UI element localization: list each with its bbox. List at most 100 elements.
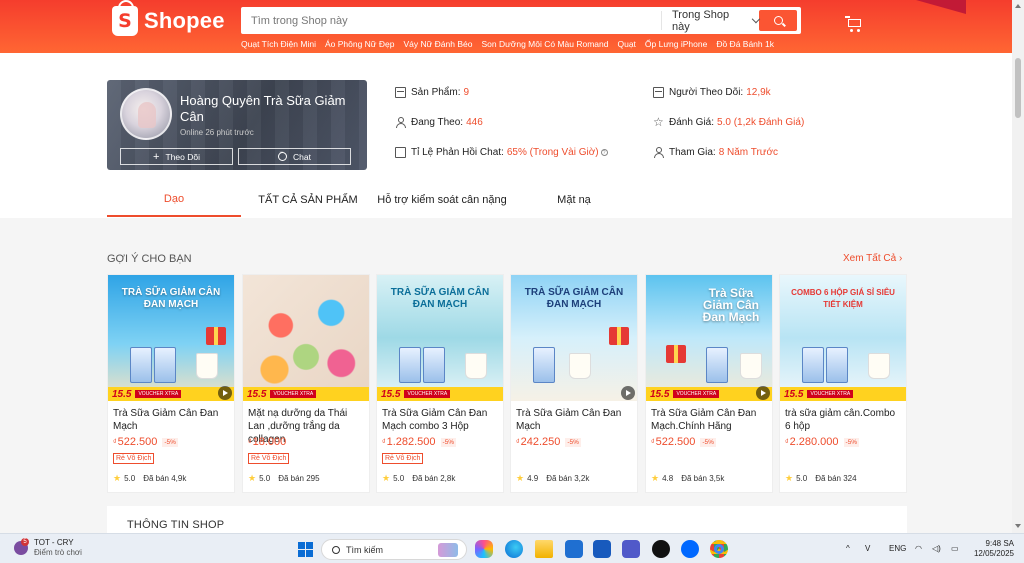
- edge-browser-icon[interactable]: [505, 540, 523, 558]
- suggestion-link[interactable]: Áo Phông Nữ Đẹp: [325, 39, 394, 49]
- scroll-up-arrow-icon[interactable]: [1015, 4, 1021, 8]
- tiktok-icon[interactable]: [652, 540, 670, 558]
- shopee-header: S Shopee Trong Shop này Quạt Tích Điện M…: [0, 0, 1024, 53]
- product-image: Trà Sữa Giảm Cân Đan Mạch 15.5 VOUCHER XT…: [646, 275, 772, 401]
- tab-dao[interactable]: Dạo: [107, 183, 241, 217]
- store-icon[interactable]: [565, 540, 583, 558]
- stat-value: 8 Năm Trước: [718, 147, 779, 158]
- product-price: ₫1.282.500: [382, 436, 436, 448]
- product-price: ₫522.500: [113, 436, 158, 448]
- shop-avatar[interactable]: [120, 88, 172, 140]
- windows-taskbar: 5 TOT - CRY Điểm trò chơi Tìm kiếm ^ V EN…: [0, 533, 1024, 563]
- chrome-icon[interactable]: [710, 540, 728, 558]
- battery-icon[interactable]: ▭: [951, 544, 959, 553]
- suggestion-link[interactable]: Đồ Đá Bánh 1k: [716, 39, 774, 49]
- chevron-up-icon[interactable]: ^: [846, 544, 850, 553]
- tab-face-mask[interactable]: Mặt nạ: [509, 183, 639, 217]
- shop-info-panel: THÔNG TIN SHOP: [107, 506, 907, 533]
- product-price: ₫2.280.000: [785, 436, 839, 448]
- product-card[interactable]: TRÀ SỮA GIẢM CÂN ĐAN MẠCH Trà Sữa Giảm C…: [510, 274, 638, 493]
- start-button-icon[interactable]: [298, 542, 313, 557]
- store-icon: [395, 87, 406, 98]
- clock[interactable]: 9:48 SA 12/05/2025: [968, 539, 1014, 559]
- product-card[interactable]: Trà Sữa Giảm Cân Đan Mạch 15.5 VOUCHER XT…: [645, 274, 773, 493]
- star-icon: ★: [248, 473, 257, 483]
- suggestion-link[interactable]: Váy Nữ Đánh Béo: [403, 39, 472, 49]
- stat-value: 65% (Trong Vài Giờ): [506, 147, 599, 158]
- see-all-link[interactable]: Xem Tất Cả ›: [843, 253, 902, 264]
- teams-icon[interactable]: [622, 540, 640, 558]
- discount-badge: -5%: [565, 437, 581, 447]
- discount-badge: -5%: [843, 437, 860, 447]
- stat-products: Sản Phẩm: 9: [395, 87, 469, 98]
- voucher-badge: 15.5 VOUCHER XTRA: [377, 387, 503, 401]
- stat-following: Đang Theo: 446: [395, 117, 483, 128]
- star-icon: ★: [382, 473, 391, 483]
- stat-label: Sản Phẩm:: [411, 87, 461, 98]
- search-scope-label: Trong Shop này: [672, 8, 730, 33]
- stat-response-rate: Tỉ Lệ Phản Hồi Chat: 65% (Trong Vài Giờ)…: [395, 147, 608, 158]
- product-card[interactable]: COMBO 6 HỘP GIÁ SỈ SIÊU TIẾT KIỆM 15.5 VO…: [779, 274, 907, 493]
- user-icon: [653, 147, 664, 158]
- stat-label: Tham Gia:: [669, 147, 716, 158]
- user-icon: [395, 117, 406, 128]
- brand-name: Shopee: [144, 8, 225, 33]
- widgets-button[interactable]: 5 TOT - CRY Điểm trò chơi: [14, 538, 82, 558]
- stat-value: 9: [463, 87, 470, 98]
- search-icon: [332, 545, 340, 554]
- zalo-icon[interactable]: [681, 540, 699, 558]
- voucher-badge: 15.5 VOUCHER XTRA: [646, 386, 772, 401]
- pen-icon[interactable]: V: [865, 544, 870, 553]
- cart-icon[interactable]: [845, 16, 863, 32]
- star-icon: ★: [651, 473, 660, 483]
- suggestion-link[interactable]: Ốp Lưng iPhone: [645, 39, 707, 49]
- suggestion-link[interactable]: Son Dưỡng Môi Có Màu Romand: [481, 39, 608, 49]
- star-icon: ★: [516, 473, 525, 483]
- discount-badge: -5%: [700, 437, 716, 447]
- tab-weight-control[interactable]: Hỗ trợ kiểm soát cân nặng: [375, 183, 509, 217]
- chat-label: Chat: [293, 151, 311, 162]
- shopee-logo[interactable]: S Shopee: [112, 0, 225, 36]
- star-icon: ★: [785, 473, 794, 483]
- help-icon[interactable]: ?: [600, 149, 608, 156]
- file-explorer-icon[interactable]: [535, 540, 553, 558]
- stat-followers: Người Theo Dõi: 12,9k: [653, 87, 771, 98]
- copilot-icon[interactable]: [475, 540, 493, 558]
- cheap-tag: Rẻ Vô Địch: [248, 453, 290, 464]
- search-suggestions: Quạt Tích Điện Mini Áo Phông Nữ Đẹp Váy …: [241, 39, 774, 49]
- suggestion-link[interactable]: Quạt: [617, 39, 635, 49]
- product-rating: ★ 5.0 Đã bán 2,8k: [382, 473, 456, 483]
- scroll-down-arrow-icon[interactable]: [1015, 524, 1021, 528]
- page-scrollbar[interactable]: [1012, 0, 1024, 533]
- search-button[interactable]: [759, 10, 797, 31]
- product-name: Trà Sữa Giảm Cân Đan Mạch combo 3 Hộp: [382, 408, 488, 432]
- product-image: TRÀ SỮA GIẢM CÂN ĐAN MẠCH 15.5 VOUCHER XT…: [108, 275, 234, 401]
- search-scope-dropdown[interactable]: Trong Shop này: [661, 8, 761, 33]
- tab-all-products[interactable]: TẤT CẢ SẢN PHẨM: [241, 183, 375, 217]
- product-card[interactable]: TRÀ SỮA GIẢM CÂN ĐAN MẠCH 15.5 VOUCHER XT…: [376, 274, 504, 493]
- discount-badge: -5%: [440, 437, 457, 447]
- language-indicator[interactable]: ENG: [889, 544, 906, 553]
- speaker-icon[interactable]: ◁): [932, 544, 941, 553]
- stat-label: Đang Theo:: [411, 117, 464, 128]
- product-image: COMBO 6 HỘP GIÁ SỈ SIÊU TIẾT KIỆM 15.5 VO…: [780, 275, 906, 401]
- follow-button[interactable]: + Theo Dõi: [120, 148, 233, 165]
- chat-icon: [395, 147, 406, 158]
- taskbar-search[interactable]: Tìm kiếm: [321, 539, 467, 560]
- product-image: TRÀ SỮA GIẢM CÂN ĐAN MẠCH: [511, 275, 637, 401]
- scroll-thumb[interactable]: [1015, 58, 1021, 118]
- shop-tabs: Dạo TẤT CẢ SẢN PHẨM Hỗ trợ kiểm soát cân…: [0, 183, 1012, 218]
- taskbar-search-label: Tìm kiếm: [346, 544, 383, 555]
- product-rating: ★ 5.0 Đã bán 324: [785, 473, 857, 483]
- voucher-badge: 15.5 VOUCHER XTRA: [108, 386, 234, 401]
- chat-button[interactable]: Chat: [238, 148, 351, 165]
- product-card[interactable]: 15.5 VOUCHER XTRA Mặt nạ dưỡng da Thái La…: [242, 274, 370, 493]
- cheap-tag: Rẻ Vô Địch: [382, 453, 424, 464]
- suggestion-link[interactable]: Quạt Tích Điện Mini: [241, 39, 316, 49]
- product-card[interactable]: TRÀ SỮA GIẢM CÂN ĐAN MẠCH 15.5 VOUCHER XT…: [107, 274, 235, 493]
- word-icon[interactable]: [593, 540, 611, 558]
- search-input[interactable]: [241, 7, 661, 34]
- voucher-badge: [511, 386, 637, 401]
- stat-rating: ☆ Đánh Giá: 5.0 (1,2k Đánh Giá): [653, 116, 804, 128]
- wifi-icon[interactable]: ◠: [915, 544, 922, 553]
